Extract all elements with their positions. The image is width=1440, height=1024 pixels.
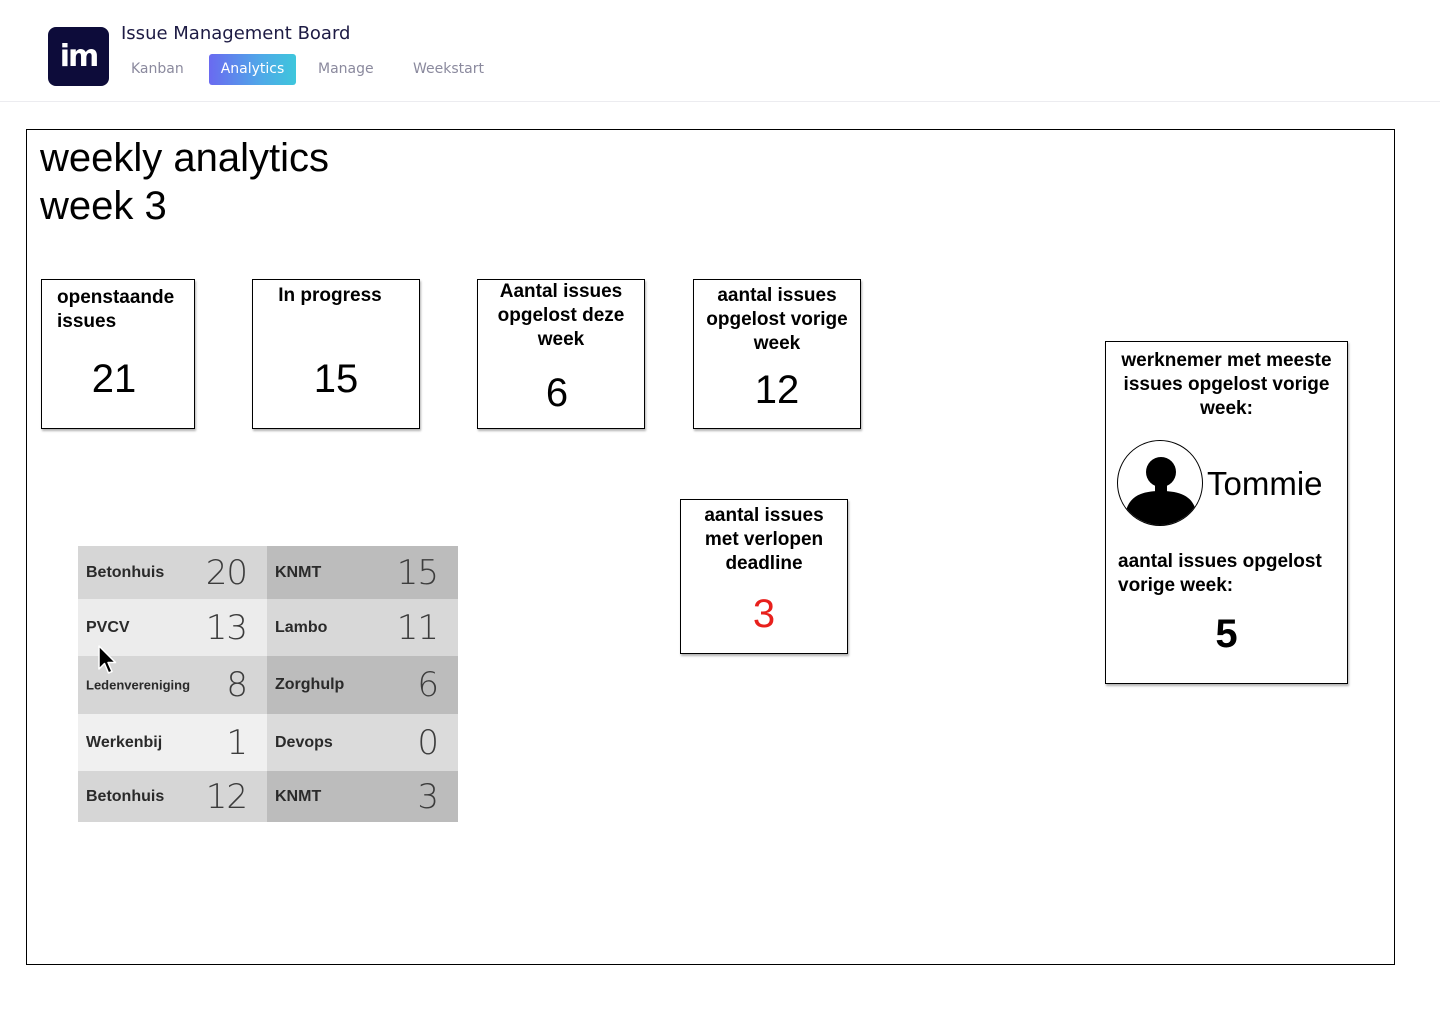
client-count: 12 — [205, 776, 248, 817]
top-employee-resolved-label: aantal issues opgelost vorige week: — [1118, 551, 1322, 596]
client-name: Betonhuis — [86, 787, 165, 805]
top-employee-resolved-value: 5 — [1215, 612, 1238, 656]
top-employee-name: Tommie — [1207, 465, 1323, 502]
app-logo[interactable]: im — [48, 27, 109, 86]
in-progress-value: 15 — [313, 357, 359, 401]
overdue-issues-value: 3 — [752, 592, 776, 636]
client-count: 3 — [417, 776, 439, 817]
client-name: PVCV — [86, 618, 130, 636]
tab-kanban[interactable]: Kanban — [120, 54, 195, 85]
client-cell[interactable]: KNMT 15 — [267, 546, 458, 599]
client-cell[interactable]: Betonhuis 20 — [78, 546, 267, 599]
client-name: Zorghulp — [275, 676, 345, 693]
resolved-last-week-card: aantal issues opgelost vorige week 12 — [693, 279, 861, 429]
mouse-cursor-icon — [97, 645, 119, 677]
resolved-this-week-label: Aantal issues opgelost deze week — [497, 281, 625, 350]
tab-weekstart[interactable]: Weekstart — [402, 54, 495, 85]
open-issues-card: openstaande issues 21 — [41, 279, 195, 429]
open-issues-value: 21 — [91, 357, 137, 401]
client-name: Werkenbij — [86, 733, 163, 751]
client-name: Devops — [275, 733, 333, 751]
client-issues-table: Betonhuis 20 KNMT 15 PVCV 13 Lambo 11 Le… — [78, 546, 458, 822]
resolved-last-week-label: aantal issues opgelost vorige week — [706, 285, 848, 354]
client-count: 1 — [226, 722, 248, 763]
tab-analytics[interactable]: Analytics — [209, 54, 296, 85]
logo-text: im — [59, 39, 100, 74]
client-count: 0 — [417, 722, 439, 763]
client-name: Betonhuis — [86, 563, 165, 581]
tab-manage[interactable]: Manage — [307, 54, 385, 85]
resolved-last-week-value: 12 — [754, 368, 800, 412]
page-subtitle-week: week 3 — [40, 184, 167, 228]
top-employee-card: werknemer met meeste issues opgelost vor… — [1105, 341, 1348, 684]
client-count: 20 — [205, 552, 248, 593]
overdue-issues-label: aantal issues met verlopen deadline — [704, 505, 824, 574]
user-avatar-icon — [1117, 440, 1203, 526]
client-cell[interactable]: KNMT 3 — [267, 771, 458, 822]
client-cell[interactable]: Betonhuis 12 — [78, 771, 267, 822]
client-count: 11 — [396, 607, 439, 648]
client-name: Lambo — [275, 618, 328, 636]
client-count: 13 — [205, 607, 248, 648]
client-cell[interactable]: Lambo 11 — [267, 599, 458, 656]
top-bar: im Issue Management Board Kanban Analyti… — [0, 0, 1440, 102]
client-count: 6 — [417, 665, 439, 705]
open-issues-label: openstaande issues — [57, 287, 175, 332]
resolved-this-week-card: Aantal issues opgelost deze week 6 — [477, 279, 645, 429]
top-employee-label: werknemer met meeste issues opgelost vor… — [1121, 350, 1332, 419]
overdue-issues-card: aantal issues met verlopen deadline 3 — [680, 499, 848, 654]
in-progress-card: In progress 15 — [252, 279, 420, 429]
page-title: weekly analytics — [40, 136, 330, 180]
in-progress-label: In progress — [278, 285, 382, 306]
client-name: Ledenvereniging — [86, 677, 191, 693]
client-count: 8 — [226, 665, 248, 705]
client-count: 15 — [396, 552, 439, 593]
client-name: KNMT — [275, 563, 322, 581]
client-cell[interactable]: Zorghulp 6 — [267, 656, 458, 714]
resolved-this-week-value: 6 — [545, 371, 569, 415]
app-title: Issue Management Board — [121, 23, 351, 44]
client-cell[interactable]: Devops 0 — [267, 714, 458, 771]
client-cell[interactable]: Werkenbij 1 — [78, 714, 267, 771]
client-name: KNMT — [275, 787, 322, 805]
